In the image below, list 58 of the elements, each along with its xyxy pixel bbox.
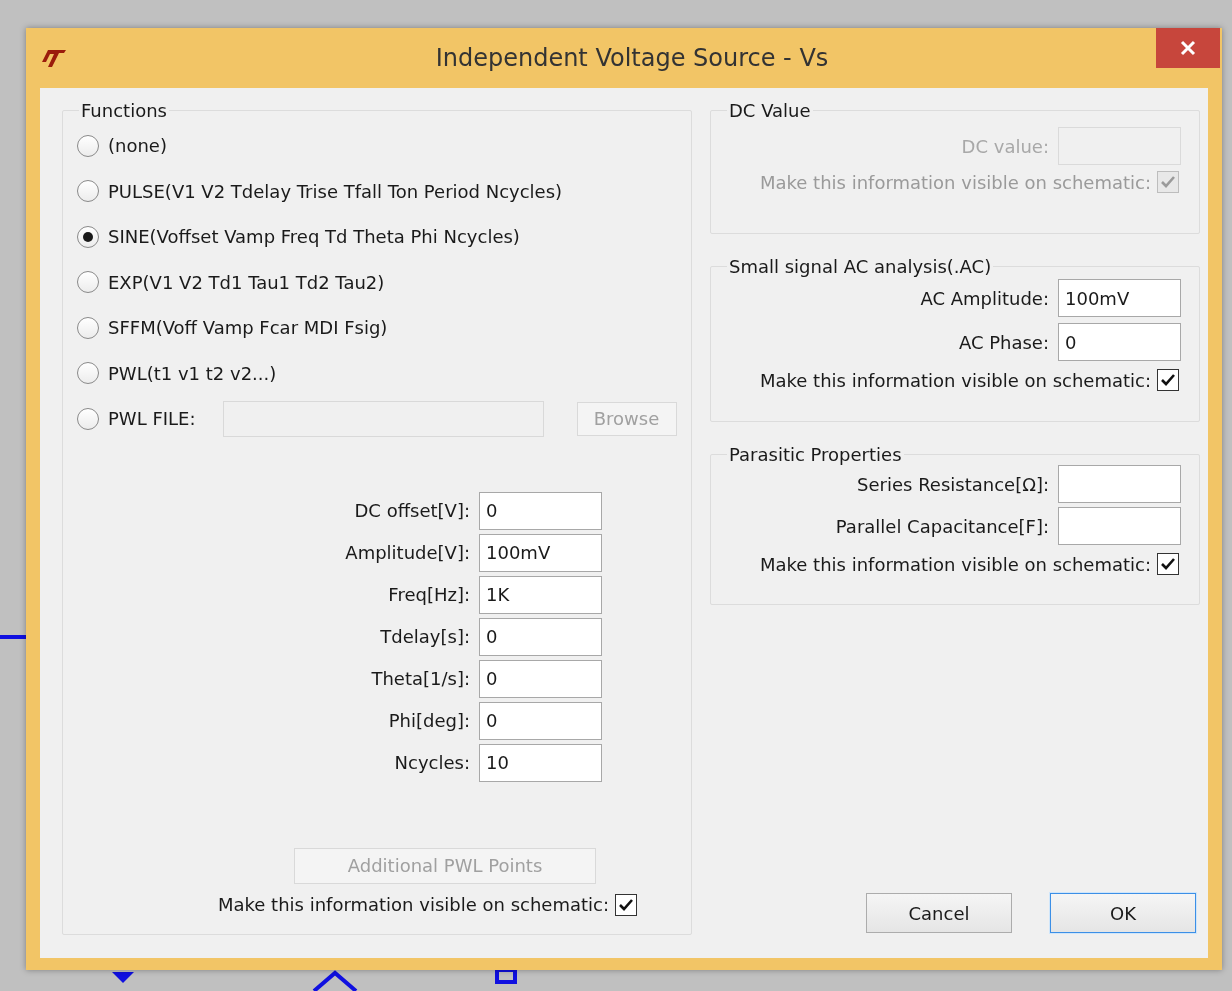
logo-icon bbox=[42, 47, 68, 69]
checkmark-icon bbox=[1160, 557, 1176, 571]
radio-label[interactable]: EXP(V1 V2 Td1 Tau1 Td2 Tau2) bbox=[108, 271, 385, 293]
checkbox-label: Make this information visible on schematic: bbox=[759, 171, 1151, 193]
field-label: Theta[1/s]: bbox=[370, 668, 470, 689]
radio-label[interactable]: SINE(Voffset Vamp Freq Td Theta Phi Ncycles) bbox=[108, 226, 520, 248]
window-title: Independent Voltage Source - Vs bbox=[434, 44, 830, 72]
checkbox[interactable] bbox=[1157, 553, 1179, 575]
input-field[interactable]: 0 bbox=[479, 491, 602, 530]
checkbox-label: Make this information visible on schematic: bbox=[759, 369, 1151, 391]
field-label: Series Resistance[Ω]: bbox=[857, 473, 1049, 495]
dialog-button[interactable]: OK bbox=[1050, 893, 1196, 933]
field-label: Phi[deg]: bbox=[387, 710, 470, 731]
input-field[interactable] bbox=[1058, 465, 1181, 503]
dialog-button[interactable]: Cancel bbox=[866, 893, 1012, 933]
field-label: DC value: bbox=[961, 135, 1049, 157]
field-label: Tdelay[s]: bbox=[379, 626, 470, 647]
group-title: Functions bbox=[80, 100, 168, 121]
radio-button[interactable] bbox=[77, 225, 99, 248]
input-field[interactable]: 0 bbox=[1058, 323, 1181, 361]
checkmark-icon bbox=[618, 897, 634, 912]
group-title: DC Value bbox=[728, 100, 812, 121]
input-field[interactable]: 10 bbox=[479, 743, 602, 782]
radio-label[interactable]: PWL(t1 v1 t2 v2...) bbox=[108, 362, 277, 384]
input-field[interactable]: 0 bbox=[479, 617, 602, 656]
field-label: Amplitude[V]: bbox=[344, 542, 470, 563]
down-arrow-icon bbox=[112, 972, 134, 984]
radio-button[interactable] bbox=[77, 180, 99, 203]
close-button[interactable] bbox=[1156, 28, 1220, 68]
radio-button[interactable] bbox=[77, 316, 99, 339]
field-label: Ncycles: bbox=[393, 752, 470, 773]
field-label: DC offset[V]: bbox=[353, 500, 470, 521]
radio-label[interactable]: SFFM(Voff Vamp Fcar MDI Fsig) bbox=[108, 317, 388, 339]
checkbox[interactable] bbox=[1157, 369, 1179, 391]
radio-button[interactable] bbox=[77, 271, 99, 294]
checkmark-icon bbox=[1160, 373, 1176, 387]
radio-label[interactable]: (none) bbox=[108, 135, 167, 157]
input-field[interactable]: 1K bbox=[479, 575, 602, 614]
radio-label[interactable]: PULSE(V1 V2 Tdelay Trise Tfall Ton Period Ncycles) bbox=[108, 180, 563, 202]
input-field[interactable] bbox=[1058, 507, 1181, 545]
radio-button[interactable] bbox=[77, 134, 99, 157]
chevron-up-icon bbox=[312, 970, 358, 991]
input-field[interactable]: 100mV bbox=[1058, 279, 1181, 317]
input-field[interactable]: 0 bbox=[479, 659, 602, 698]
checkmark-icon bbox=[1160, 175, 1176, 189]
close-icon bbox=[1180, 40, 1196, 56]
input-field[interactable]: 0 bbox=[479, 701, 602, 740]
group-title: Small signal AC analysis(.AC) bbox=[728, 256, 993, 277]
checkbox-label: Make this information visible on schematic: bbox=[759, 553, 1151, 575]
field-label: AC Phase: bbox=[958, 331, 1049, 353]
checkbox[interactable] bbox=[615, 893, 637, 916]
checkbox-label: Make this information visible on schematic: bbox=[217, 894, 609, 915]
field-label: AC Amplitude: bbox=[920, 287, 1049, 309]
input-field[interactable]: 100mV bbox=[479, 533, 602, 572]
field-label: Freq[Hz]: bbox=[387, 584, 470, 605]
group-title: Parasitic Properties bbox=[728, 444, 903, 465]
radio-button[interactable] bbox=[77, 362, 99, 385]
field-label: Parallel Capacitance[F]: bbox=[835, 515, 1049, 537]
